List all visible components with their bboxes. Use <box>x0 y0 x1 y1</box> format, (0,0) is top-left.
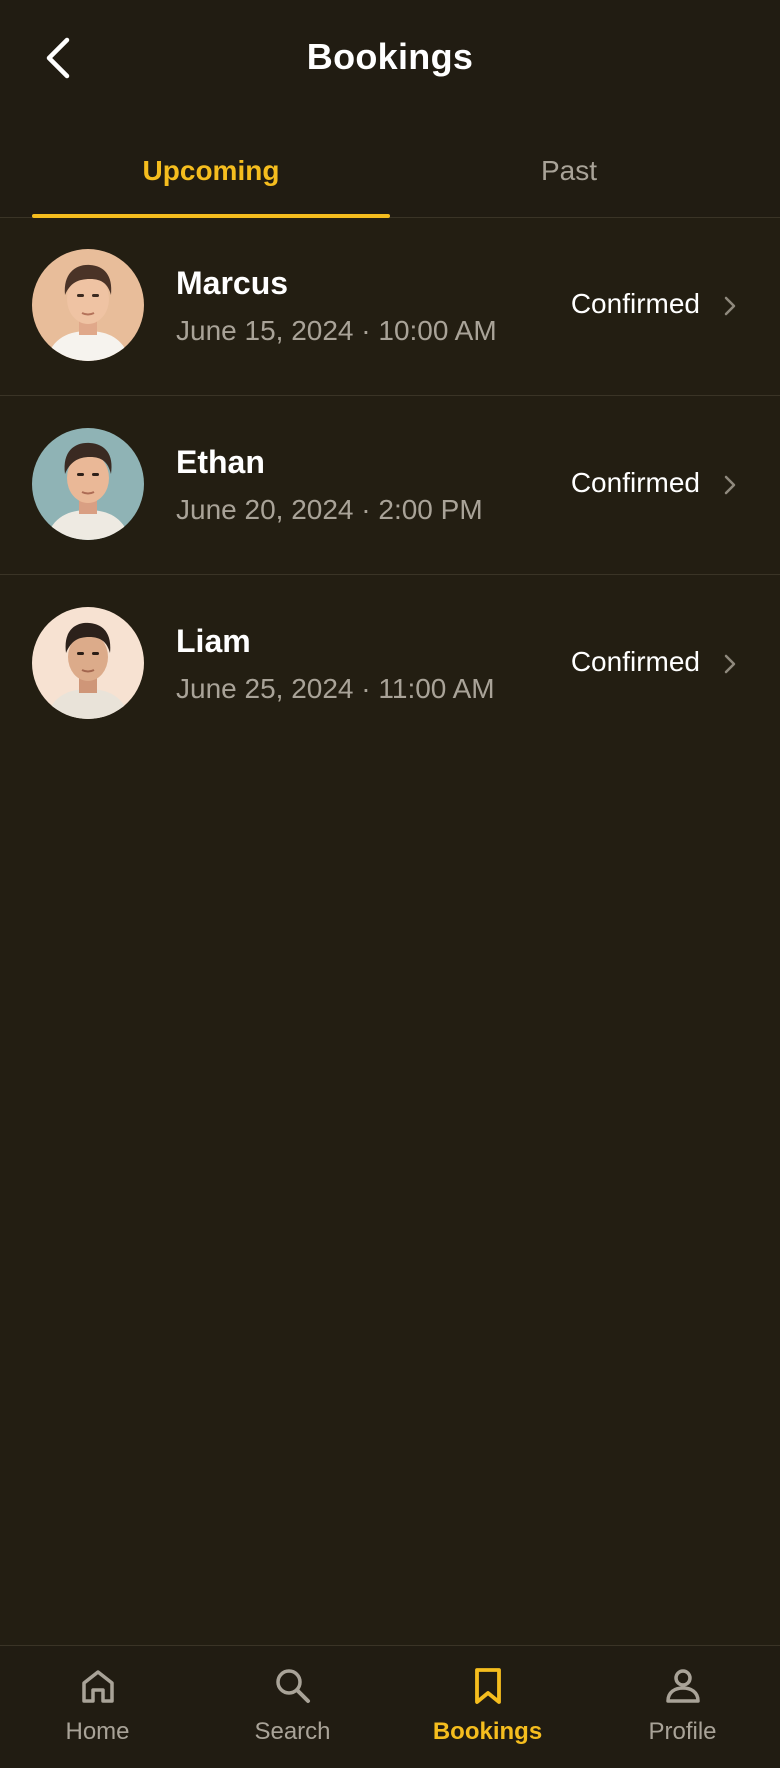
booking-datetime: June 25, 2024 · 11:00 AM <box>176 673 495 704</box>
bookings-screen: Bookings Upcoming Past Marcus June 15, 2… <box>0 0 780 1768</box>
status-label: Confirmed <box>570 288 700 319</box>
nav-label: Search <box>254 1718 331 1745</box>
nav-label: Bookings <box>432 1718 543 1745</box>
bottom-nav: Home Search Bookings Profile <box>0 1645 780 1768</box>
bookmark-icon <box>466 1664 510 1708</box>
avatar <box>32 428 144 540</box>
search-icon <box>271 1664 315 1708</box>
booking-list: Marcus June 15, 2024 · 10:00 AM Confirme… <box>0 217 780 753</box>
chevron-right-icon <box>724 475 736 495</box>
booking-row[interactable]: Ethan June 20, 2024 · 2:00 PM Confirmed <box>0 396 780 575</box>
avatar <box>32 607 144 719</box>
booking-name: Liam <box>176 623 251 659</box>
chevron-right-icon <box>724 296 736 316</box>
nav-item-home[interactable]: Home <box>0 1646 195 1768</box>
home-icon <box>76 1664 120 1708</box>
nav-item-bookings[interactable]: Bookings <box>390 1646 585 1768</box>
nav-item-search[interactable]: Search <box>195 1646 390 1768</box>
nav-label: Profile <box>648 1718 717 1745</box>
booking-name: Ethan <box>176 444 265 480</box>
avatar-liam-image <box>32 607 144 719</box>
status-label: Confirmed <box>570 646 700 677</box>
nav-label: Home <box>65 1718 130 1745</box>
booking-datetime: June 20, 2024 · 2:00 PM <box>176 494 483 525</box>
chevron-right-icon <box>724 654 736 674</box>
booking-name: Marcus <box>176 265 289 301</box>
nav-item-profile[interactable]: Profile <box>585 1646 780 1768</box>
tab-upcoming[interactable]: Upcoming <box>32 124 390 217</box>
avatar-marcus-image <box>32 249 144 361</box>
page-title: Bookings <box>306 36 474 77</box>
profile-icon <box>661 1664 705 1708</box>
app-header: Bookings <box>0 0 780 124</box>
tab-bar: Upcoming Past <box>0 124 780 218</box>
avatar-ethan-image <box>32 428 144 540</box>
tab-past[interactable]: Past <box>390 124 748 217</box>
status-label: Confirmed <box>570 467 700 498</box>
avatar <box>32 249 144 361</box>
booking-row[interactable]: Marcus June 15, 2024 · 10:00 AM Confirme… <box>0 217 780 396</box>
booking-row[interactable]: Liam June 25, 2024 · 11:00 AM Confirmed <box>0 575 780 753</box>
booking-datetime: June 15, 2024 · 10:00 AM <box>176 315 497 346</box>
